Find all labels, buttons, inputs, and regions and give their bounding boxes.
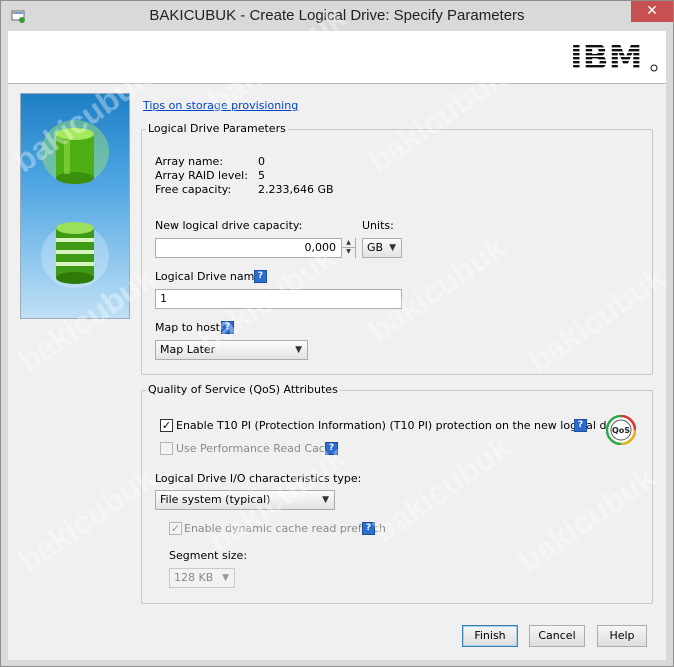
dialog-client-area: IBM Tips on storage provisioning Logical…: [7, 0, 672, 660]
capacity-value: 0,000: [304, 241, 337, 254]
chevron-down-icon: ▼: [222, 573, 229, 583]
dialog-window: BAKICUBUK - Create Logical Drive: Specif…: [0, 0, 674, 667]
ibm-logo: IBM: [570, 41, 658, 73]
raid-level-label: Array RAID level:: [155, 169, 248, 182]
wizard-side-image: [20, 93, 130, 319]
title-bar[interactable]: BAKICUBUK - Create Logical Drive: Specif…: [1, 1, 673, 31]
close-button[interactable]: ✕: [631, 1, 673, 22]
performance-cache-help-icon[interactable]: ?: [325, 442, 338, 455]
io-type-select[interactable]: File system (typical) ▼: [155, 490, 335, 510]
dynamic-prefetch-checkbox[interactable]: ✓: [169, 522, 182, 535]
qos-badge-icon: QoS: [606, 415, 636, 445]
segment-size-select[interactable]: 128 KB ▼: [169, 568, 235, 588]
units-label: Units:: [362, 219, 394, 232]
chevron-down-icon: ▼: [322, 495, 329, 505]
map-host-selected: Map Later: [160, 343, 216, 356]
prefetch-help-icon[interactable]: ?: [362, 522, 375, 535]
io-type-selected: File system (typical): [160, 493, 271, 506]
check-icon: ✓: [170, 522, 181, 535]
help-button[interactable]: Help: [597, 625, 647, 647]
parameters-legend: Logical Drive Parameters: [146, 122, 288, 135]
map-host-select[interactable]: Map Later ▼: [155, 340, 308, 360]
spinner-down-icon[interactable]: ▼: [342, 247, 355, 256]
map-host-help-icon[interactable]: ?: [221, 321, 234, 334]
free-capacity-value: 2.233,646 GB: [258, 183, 334, 196]
performance-read-cache-label: Use Performance Read Cache: [176, 442, 339, 455]
chevron-down-icon: ▼: [389, 243, 396, 253]
segment-size-label: Segment size:: [169, 549, 248, 562]
performance-read-cache-checkbox[interactable]: [160, 442, 173, 455]
map-host-label: Map to host:: [155, 321, 224, 334]
drive-illustration: [41, 120, 109, 288]
capacity-input[interactable]: 0,000: [155, 238, 356, 258]
segment-size-selected: 128 KB: [174, 571, 214, 584]
drive-name-value: 1: [160, 292, 167, 305]
drive-name-input[interactable]: 1: [155, 289, 402, 309]
check-icon: ✓: [161, 419, 172, 432]
window-title: BAKICUBUK - Create Logical Drive: Specif…: [149, 7, 525, 24]
cancel-button[interactable]: Cancel: [529, 625, 585, 647]
array-name-label: Array name:: [155, 155, 224, 168]
qos-legend: Quality of Service (QoS) Attributes: [146, 383, 340, 396]
drive-name-label: Logical Drive name:: [155, 270, 265, 283]
header-banner: IBM: [8, 31, 666, 84]
qos-badge-text: QoS: [612, 426, 630, 435]
array-name-value: 0: [258, 155, 265, 168]
watermark: bakicubuk: [11, 458, 162, 580]
io-type-label: Logical Drive I/O characteristics type:: [155, 472, 362, 485]
drive-name-help-icon[interactable]: ?: [254, 270, 267, 283]
t10-pi-help-icon[interactable]: ?: [574, 419, 587, 432]
finish-button[interactable]: Finish: [462, 625, 518, 647]
capacity-spinner[interactable]: ▲ ▼: [341, 238, 355, 258]
free-capacity-label: Free capacity:: [155, 183, 232, 196]
ibm-logo-text: IBM: [570, 41, 642, 73]
units-select[interactable]: GB ▼: [362, 238, 402, 258]
raid-level-value: 5: [258, 169, 265, 182]
units-selected: GB: [367, 241, 384, 254]
chevron-down-icon: ▼: [295, 345, 302, 355]
t10-pi-label[interactable]: Enable T10 PI (Protection Information) (…: [176, 419, 627, 432]
capacity-label: New logical drive capacity:: [155, 219, 303, 232]
t10-pi-checkbox[interactable]: ✓: [160, 419, 173, 432]
tips-link[interactable]: Tips on storage provisioning: [143, 99, 298, 112]
dynamic-prefetch-label: Enable dynamic cache read prefetch: [184, 522, 386, 535]
